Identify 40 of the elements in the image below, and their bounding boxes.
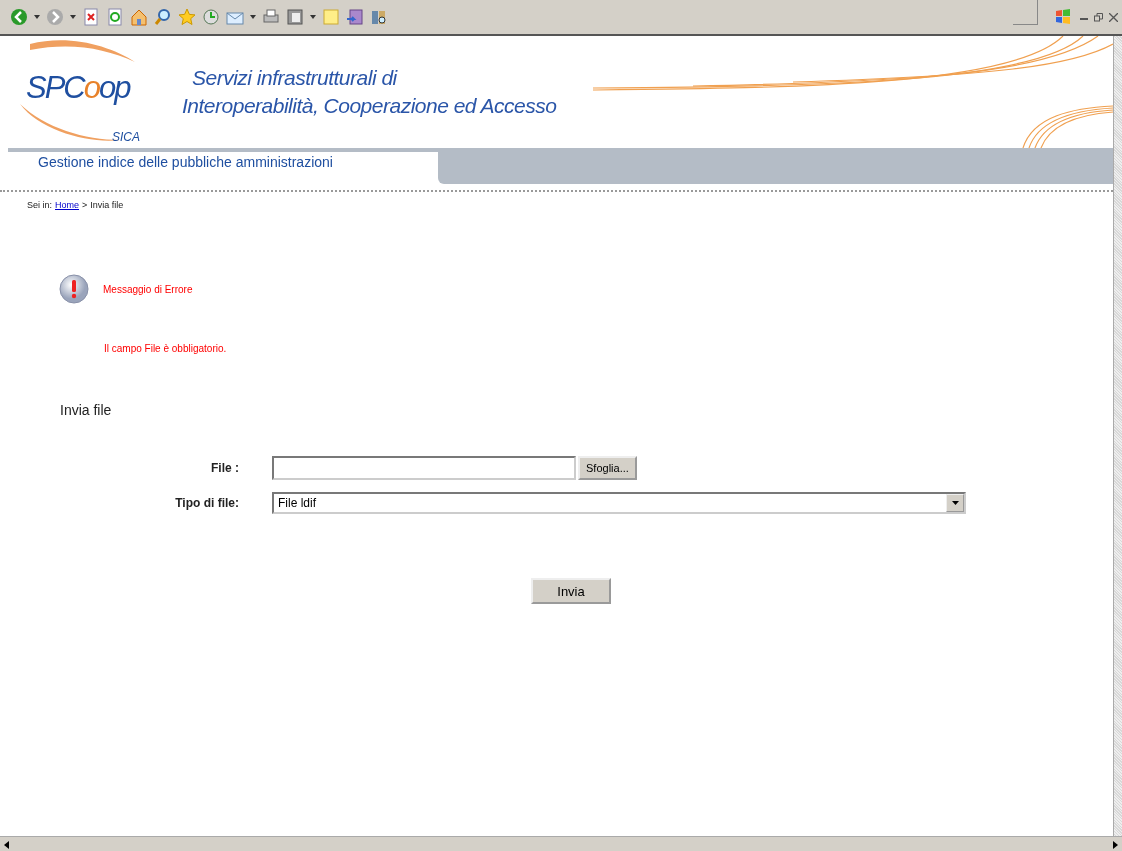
scroll-left-icon[interactable] — [4, 840, 9, 849]
refresh-icon[interactable] — [106, 8, 124, 26]
error-message: Il campo File è obbligatorio. — [104, 343, 227, 354]
dropdown-arrow-icon[interactable] — [951, 501, 959, 505]
section-heading: Invia file — [60, 402, 113, 418]
vertical-scrollbar[interactable] — [1113, 36, 1122, 836]
messenger-icon[interactable] — [346, 8, 364, 26]
stop-icon[interactable] — [82, 8, 100, 26]
error-icon — [59, 274, 89, 304]
dropdown-arrow-icon[interactable] — [250, 15, 256, 19]
horizontal-scrollbar[interactable] — [0, 836, 1122, 851]
file-field[interactable] — [272, 456, 576, 480]
breadcrumb-current: Invia file — [90, 200, 124, 210]
history-icon[interactable] — [202, 8, 220, 26]
file-type-label: Tipo di file: — [174, 496, 240, 510]
site-title: Servizi infrastrutturali di Interoperabilità, Cooperazione ed Accesso — [182, 65, 557, 119]
search-icon[interactable] — [154, 8, 172, 26]
back-icon[interactable] — [10, 8, 28, 26]
research-icon[interactable] — [370, 8, 388, 26]
home-link[interactable]: Home — [55, 200, 80, 210]
file-label: File : — [210, 461, 240, 475]
logo-text: SPCoop — [26, 70, 130, 106]
breadcrumb-separator: > — [82, 200, 88, 210]
dropdown-arrow-icon[interactable] — [70, 15, 76, 19]
error-title: Messaggio di Errore — [103, 283, 193, 295]
printer-icon[interactable] — [262, 8, 280, 26]
logo-subtitle: SICA — [112, 130, 140, 144]
file-type-select[interactable]: File ldif — [272, 492, 966, 514]
browse-button[interactable]: Sfoglia... — [578, 456, 637, 480]
forward-icon[interactable] — [46, 8, 64, 26]
dropdown-arrow-icon[interactable] — [34, 15, 40, 19]
restore-icon[interactable] — [1094, 12, 1103, 22]
home-icon[interactable] — [130, 8, 148, 26]
dropdown-arrow-icon[interactable] — [310, 15, 316, 19]
star-icon[interactable] — [178, 8, 196, 26]
edit-icon[interactable] — [286, 8, 304, 26]
submit-button[interactable]: Invia — [531, 578, 611, 604]
breadcrumb-label: Sei in: — [27, 200, 52, 210]
close-icon[interactable] — [1109, 12, 1118, 22]
scroll-right-icon[interactable] — [1113, 840, 1118, 849]
